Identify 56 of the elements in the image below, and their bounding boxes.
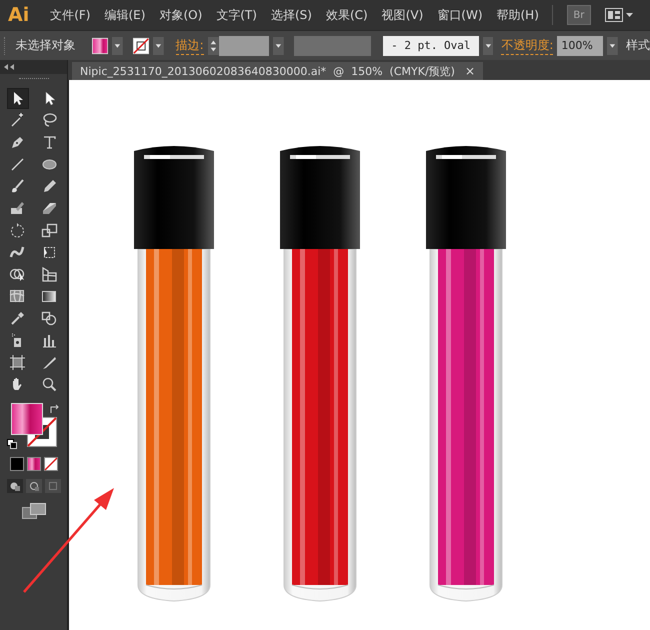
color-mode-button[interactable] — [10, 457, 24, 471]
shape-builder-icon[interactable] — [9, 266, 26, 283]
menu-item[interactable]: 帮助(H) — [490, 6, 546, 24]
gradient-mode-button[interactable] — [26, 457, 40, 471]
eyedropper-icon[interactable] — [9, 310, 26, 327]
workspace-icon[interactable] — [604, 8, 635, 22]
spinner-icon[interactable] — [208, 36, 219, 56]
opacity-field[interactable]: 100% — [557, 36, 604, 56]
artboard-icon[interactable] — [9, 354, 26, 371]
menu-item[interactable]: 视图(V) — [374, 6, 430, 24]
stroke-none-swatch[interactable] — [132, 36, 149, 54]
selection-status: 未选择对象 — [16, 37, 76, 54]
draw-normal-icon[interactable] — [6, 479, 22, 493]
perspective-grid-icon[interactable] — [41, 266, 58, 283]
menu-item[interactable]: 文字(T) — [209, 6, 264, 24]
app-logo: Ai — [7, 4, 30, 26]
scale-icon[interactable] — [41, 222, 58, 239]
document-title: Nipic_2531170_20130602083640830000.ai* @ 150% (CMYK/预览) — [80, 64, 455, 78]
gradient-swatch-icon[interactable] — [41, 288, 58, 305]
none-mode-button[interactable] — [44, 457, 58, 471]
pen-nib-icon[interactable] — [9, 134, 26, 151]
lasso-icon[interactable] — [41, 112, 58, 129]
paintbrush-icon[interactable] — [9, 178, 26, 195]
blend-icon[interactable] — [41, 310, 58, 327]
swap-arrow-icon[interactable] — [48, 403, 60, 415]
free-transform-icon[interactable] — [41, 244, 58, 261]
zoom-icon[interactable] — [41, 376, 58, 393]
menu-item[interactable]: 选择(S) — [264, 6, 319, 24]
document-tab[interactable]: Nipic_2531170_20130602083640830000.ai* @ 150% (CMYK/预览) × — [72, 62, 484, 80]
menu-item[interactable]: 编辑(E) — [97, 6, 152, 24]
menu-item[interactable]: 对象(O) — [152, 6, 210, 24]
rotate-icon[interactable] — [9, 222, 26, 239]
blob-brush-icon[interactable] — [9, 200, 26, 217]
type-icon[interactable] — [41, 134, 58, 151]
default-colors-icon[interactable] — [6, 439, 16, 449]
eraser-icon[interactable] — [41, 200, 58, 217]
screen-mode-icon[interactable] — [22, 503, 46, 519]
column-graph-icon[interactable] — [41, 332, 58, 349]
magic-wand-icon[interactable] — [9, 112, 26, 129]
style-label[interactable]: 样式 — [626, 37, 650, 54]
line-segment-icon[interactable] — [9, 156, 26, 173]
menu-item[interactable]: 窗口(W) — [430, 6, 490, 24]
draw-inside-icon[interactable] — [44, 479, 60, 493]
draw-behind-icon[interactable] — [26, 479, 42, 493]
fill-gradient-swatch[interactable] — [10, 403, 42, 435]
menu-item[interactable]: 文件(F) — [43, 6, 98, 24]
close-tab-button[interactable]: × — [464, 64, 476, 78]
stroke-weight-field[interactable] — [218, 36, 269, 56]
menu-item[interactable]: 效果(C) — [318, 6, 375, 24]
mesh-icon[interactable] — [9, 288, 26, 305]
collapse-panel-icon[interactable] — [4, 64, 14, 70]
pencil-icon[interactable] — [41, 178, 58, 195]
stroke-label[interactable]: 描边: — [176, 36, 204, 54]
fill-swatch[interactable] — [92, 36, 108, 54]
opacity-label[interactable]: 不透明度: — [501, 36, 554, 54]
brush-definition-dropdown[interactable]: - 2 pt. Oval — [383, 36, 479, 56]
